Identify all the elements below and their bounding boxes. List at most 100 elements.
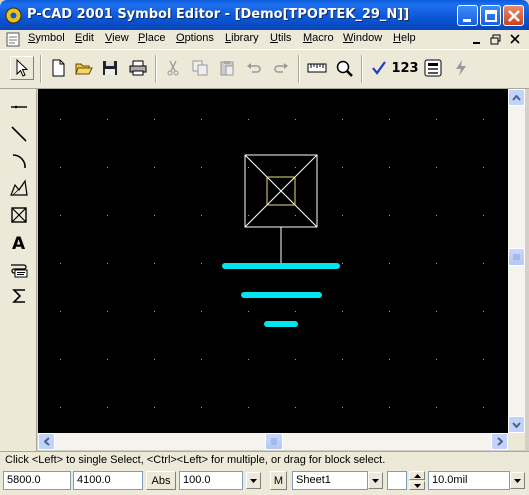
grid-dot (436, 359, 437, 360)
grid-dot (342, 359, 343, 360)
menu-item-place[interactable]: Place (138, 32, 166, 44)
grid-dot (295, 167, 296, 168)
arc-icon (12, 153, 26, 168)
sheet-select[interactable]: Sheet1 (292, 471, 368, 490)
grid-dot (201, 359, 202, 360)
menu-item-macro[interactable]: Macro (303, 32, 334, 44)
x-coordinate-field[interactable]: 5800.0 (3, 471, 71, 490)
new-file-icon (52, 59, 65, 77)
grid-dot (107, 311, 108, 312)
scroll-left-button[interactable] (38, 433, 55, 450)
grid-dot (201, 407, 202, 408)
place-line-button[interactable] (5, 121, 32, 146)
open-file-button[interactable] (72, 56, 96, 80)
macro-button[interactable]: M (270, 471, 287, 490)
layer-color-swatch[interactable] (387, 471, 407, 490)
grid-dot (342, 119, 343, 120)
toolbar-separator (155, 55, 157, 83)
grid-dot (60, 407, 61, 408)
grid-dot (483, 119, 484, 120)
menu-item-window[interactable]: Window (343, 32, 382, 44)
scroll-down-button[interactable] (508, 416, 525, 433)
spin-up-button[interactable] (409, 471, 425, 480)
sheet-dropdown-button[interactable] (368, 472, 383, 489)
cut-button[interactable] (161, 56, 185, 80)
grid-dot (248, 167, 249, 168)
clipboard-icon (220, 61, 234, 76)
design-canvas[interactable] (38, 89, 508, 433)
zoom-dropdown-button[interactable] (246, 472, 261, 489)
print-button[interactable] (126, 56, 150, 80)
arrow-up-icon (512, 94, 521, 101)
measure-button[interactable] (305, 56, 329, 80)
place-attribute-button[interactable] (5, 256, 32, 281)
close-button[interactable] (503, 5, 524, 26)
scroll-up-button[interactable] (508, 89, 525, 106)
symbol-wizard-button[interactable] (421, 56, 445, 80)
sigma-icon (11, 288, 25, 303)
undo-button[interactable] (242, 56, 266, 80)
place-field-button[interactable] (5, 202, 32, 227)
close-icon (508, 10, 520, 22)
menu-item-help[interactable]: Help (393, 32, 416, 44)
title-bar[interactable]: P-CAD 2001 Symbol Editor - [Demo[TPOPTEK… (0, 0, 529, 30)
horizontal-scroll-thumb[interactable] (265, 433, 283, 450)
vertical-scrollbar[interactable] (508, 89, 525, 433)
menu-item-library[interactable]: Library (225, 32, 259, 44)
place-polygon-button[interactable] (5, 175, 32, 200)
dropdown-arrow-icon (250, 478, 257, 483)
grid-dot (248, 215, 249, 216)
grid-dot (60, 167, 61, 168)
place-pin-button[interactable] (5, 94, 32, 119)
arrow-left-icon (43, 437, 50, 446)
document-icon[interactable] (5, 32, 21, 47)
scroll-right-button[interactable] (491, 433, 508, 450)
copy-button[interactable] (188, 56, 212, 80)
place-arc-button[interactable] (5, 148, 32, 173)
mdi-minimize-icon[interactable] (470, 33, 484, 46)
grip-lines-icon (513, 254, 520, 260)
grid-dot (389, 359, 390, 360)
paste-button[interactable] (215, 56, 239, 80)
mdi-restore-icon[interactable] (489, 33, 503, 46)
menu-item-view[interactable]: View (105, 32, 129, 44)
absolute-toggle-button[interactable]: Abs (146, 471, 176, 490)
grid-dot (436, 215, 437, 216)
menu-item-symbol[interactable]: Symbol (28, 32, 65, 44)
menu-item-options[interactable]: Options (176, 32, 214, 44)
minimize-button[interactable] (457, 5, 478, 26)
save-button[interactable] (98, 56, 122, 80)
maximize-button[interactable] (480, 5, 501, 26)
lightning-button[interactable] (449, 56, 473, 80)
crossed-box-icon (10, 206, 27, 223)
spin-down-button[interactable] (409, 481, 425, 490)
status-hint: Click <Left> to single Select, <Ctrl><Le… (0, 451, 529, 468)
menu-item-utils[interactable]: Utils (270, 32, 291, 44)
validate-button[interactable] (367, 56, 391, 80)
zoom-button[interactable] (332, 56, 356, 80)
vertical-scroll-thumb[interactable] (508, 248, 525, 266)
zoom-field[interactable]: 100.0 (179, 471, 243, 490)
grid-dot (201, 119, 202, 120)
grid-dropdown-button[interactable] (510, 472, 525, 489)
grid-dot (60, 119, 61, 120)
pcad-app-icon (5, 7, 22, 24)
grid-dot (389, 311, 390, 312)
scissors-icon (167, 60, 179, 76)
mdi-close-icon[interactable] (508, 33, 522, 46)
grid-dot (436, 167, 437, 168)
arrow-down-icon (512, 421, 521, 428)
magnifier-icon (336, 60, 353, 77)
spin-up-icon (413, 473, 421, 478)
renumber-button[interactable]: 123 (391, 56, 418, 80)
place-text-button[interactable]: A (5, 229, 32, 254)
select-tool-button[interactable] (10, 56, 34, 80)
menu-item-edit[interactable]: Edit (75, 32, 94, 44)
redo-button[interactable] (269, 56, 293, 80)
y-coordinate-field[interactable]: 4100.0 (73, 471, 143, 490)
place-ieee-symbol-button[interactable] (5, 283, 32, 308)
horizontal-scrollbar[interactable] (38, 433, 508, 450)
new-file-button[interactable] (46, 56, 70, 80)
grid-select[interactable]: 10.0mil (428, 471, 510, 490)
arrow-right-icon (496, 437, 503, 446)
